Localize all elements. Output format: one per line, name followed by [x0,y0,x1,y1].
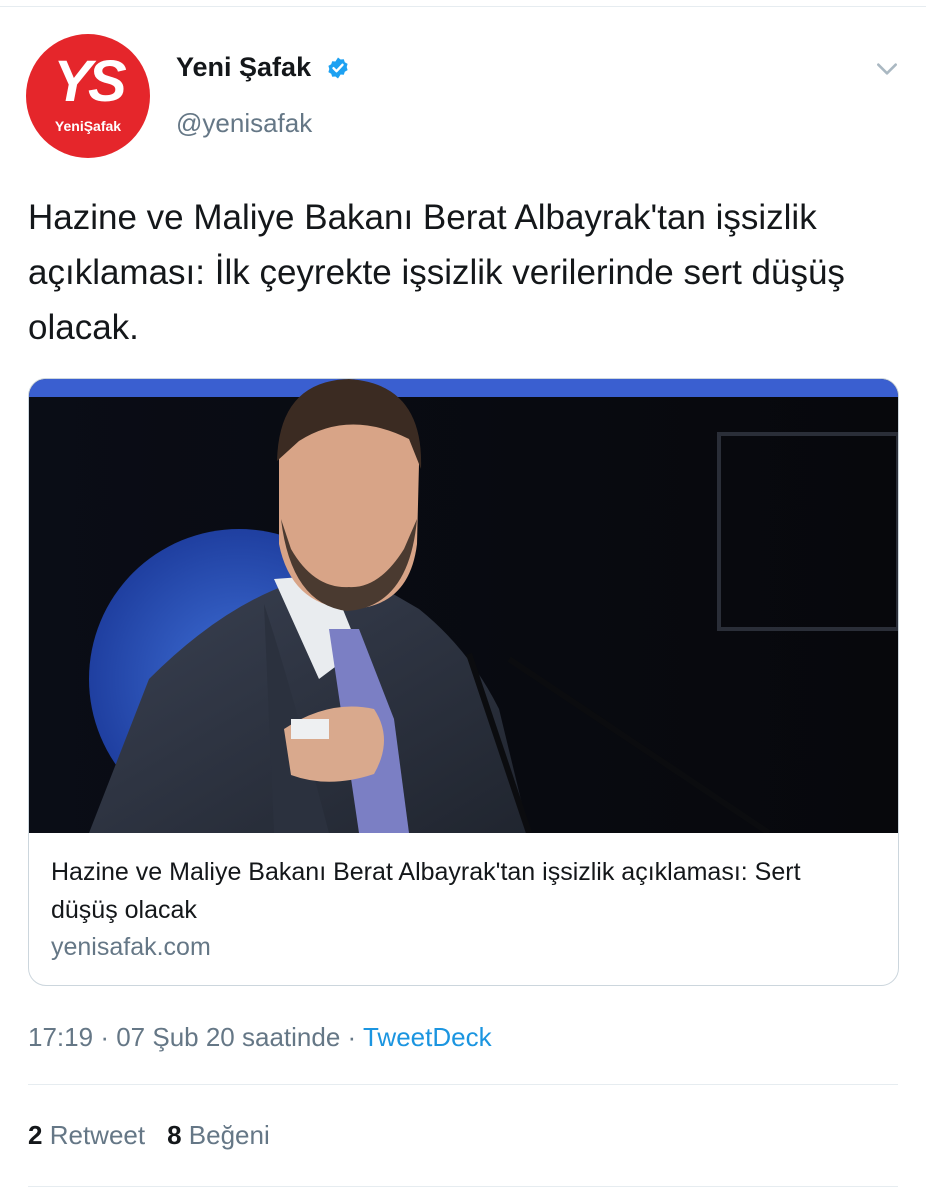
tweet-time: 17:19 [28,1022,94,1052]
account-handle[interactable]: @yenisafak [176,108,312,139]
meta-separator: · [347,1022,357,1052]
retweet-count: 2 [28,1120,43,1150]
card-domain: yenisafak.com [51,933,211,961]
like-label: Beğeni [188,1120,270,1150]
divider [28,1186,898,1187]
chevron-down-icon[interactable] [874,56,900,82]
retweet-stat[interactable]: 2 Retweet [28,1120,145,1150]
avatar-monogram: YS [53,49,126,114]
like-stat[interactable]: 8 Beğeni [167,1120,270,1150]
top-divider [0,6,926,7]
tweet-meta: 17:19 · 07 Şub 20 saatinde · TweetDeck [28,1022,492,1053]
retweet-label: Retweet [49,1120,146,1150]
tweet-date: 07 Şub 20 saatinde [116,1022,341,1052]
avatar-brand-text: YeniŞafak [54,118,122,134]
divider [28,1084,898,1085]
card-photo [29,379,898,833]
like-count: 8 [167,1120,182,1150]
avatar[interactable]: YS YeniŞafak [26,34,150,158]
tweet-text: Hazine ve Maliye Bakanı Berat Albayrak't… [28,198,845,347]
account-name[interactable]: Yeni Şafak [176,52,311,83]
card-title: Hazine ve Maliye Bakanı Berat Albayrak't… [51,858,801,924]
verified-badge-icon [328,57,348,79]
link-card[interactable]: Hazine ve Maliye Bakanı Berat Albayrak't… [28,378,899,986]
tweet-stats: 2 Retweet 8 Beğeni [28,1120,270,1151]
meta-separator: · [100,1022,109,1052]
tweet-source-link[interactable]: TweetDeck [363,1022,492,1052]
